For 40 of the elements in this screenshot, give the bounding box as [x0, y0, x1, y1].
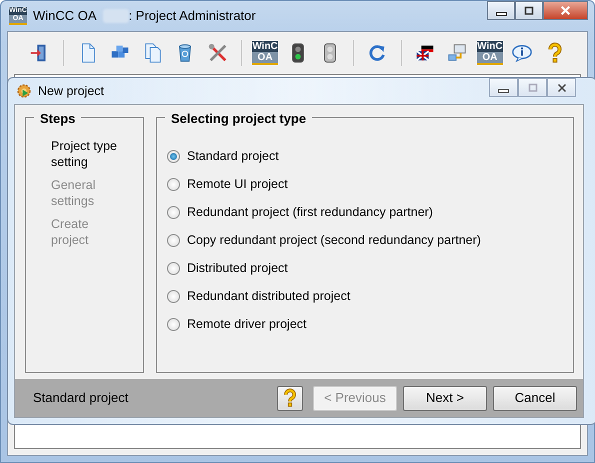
minimize-button[interactable] — [487, 1, 515, 20]
step-label: Project type setting — [51, 138, 118, 170]
option-label[interactable]: Copy redundant project (second redundancy partner) — [187, 232, 481, 248]
step-label: Create project — [51, 216, 90, 248]
close-icon — [556, 82, 568, 94]
gear-icon — [16, 83, 32, 99]
redacted-text — [102, 9, 129, 23]
option-label[interactable]: Distributed project — [187, 260, 288, 276]
maximize-button[interactable] — [515, 1, 543, 20]
option-label[interactable]: Standard project — [187, 148, 279, 164]
window-title: WinCC OA — [33, 7, 97, 26]
minimize-icon[interactable] — [496, 12, 506, 16]
radio-button[interactable] — [167, 234, 180, 246]
option-label[interactable]: Redundant project (first redundancy partner) — [187, 204, 433, 220]
radio-button[interactable] — [167, 318, 180, 330]
minimize-button[interactable] — [489, 78, 518, 97]
option-label[interactable]: Remote driver project — [187, 316, 306, 332]
dialog-title: New project — [38, 82, 104, 100]
maximize-icon — [526, 82, 538, 94]
radio-button[interactable] — [167, 178, 180, 190]
radio-button[interactable] — [167, 150, 180, 162]
status-text: Standard project — [33, 389, 130, 408]
option-label[interactable]: Redundant distributed project — [187, 288, 350, 304]
option-label[interactable]: Remote UI project — [187, 176, 288, 192]
dialog-button[interactable]: Next > — [403, 386, 487, 410]
step-label: General settings — [51, 177, 96, 209]
minimize-icon[interactable] — [498, 88, 509, 92]
dialog-button[interactable]: Cancel — [493, 386, 577, 410]
window-title: : Project Administrator — [128, 7, 256, 26]
tools-icon — [206, 42, 229, 64]
close-button[interactable] — [547, 78, 576, 97]
radio-button[interactable] — [167, 290, 180, 302]
radio-button[interactable] — [167, 206, 180, 218]
network-icon — [446, 42, 468, 64]
radio-button[interactable] — [167, 262, 180, 274]
info-icon — [511, 42, 534, 64]
maximize-icon — [523, 4, 535, 16]
close-icon — [559, 4, 572, 17]
close-button[interactable] — [543, 1, 588, 20]
help-button[interactable] — [277, 386, 303, 410]
